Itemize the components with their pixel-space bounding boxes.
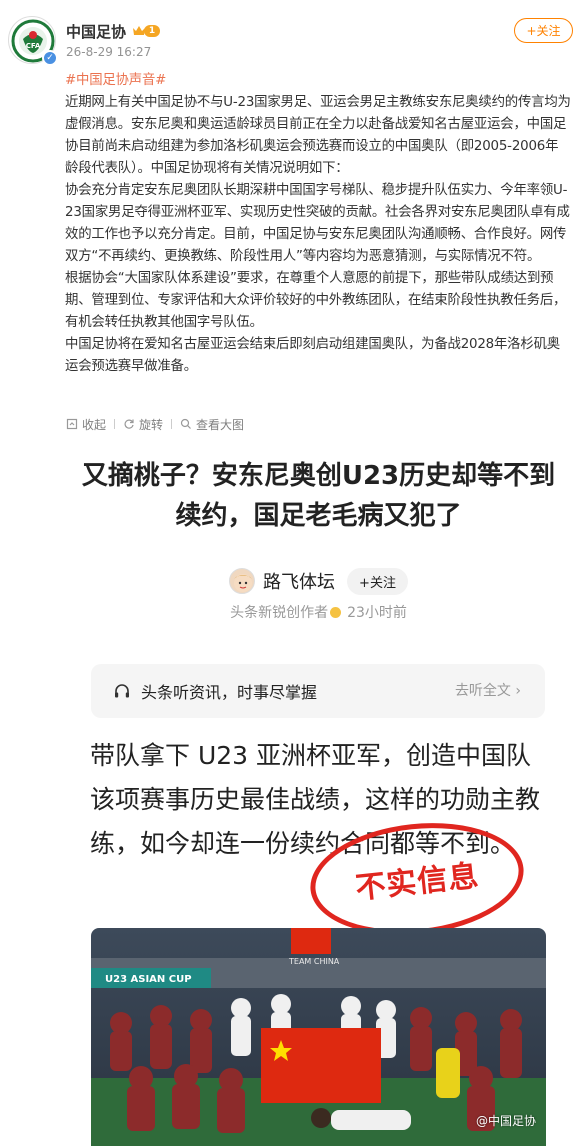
avatar[interactable]: CFA ✓	[8, 16, 58, 66]
author-row: 路飞体坛 +关注	[66, 566, 571, 596]
stamp-text: 不实信息	[353, 858, 481, 907]
listen-banner: 头条听资讯，时事尽掌握 去听全文 ›	[91, 664, 545, 718]
headphones-icon	[115, 684, 129, 698]
image-toolbar: 收起 旋转 查看大图	[66, 414, 252, 434]
listen-link: 去听全文 ›	[454, 683, 521, 699]
weibo-watermark: @中国足协	[476, 1112, 536, 1129]
post-paragraph: 近期网上有关中国足协不与U-23国家男足、亚运会男足主教练安东尼奥续约的传言均为…	[65, 95, 571, 176]
post-paragraph: 根据协会“大国家队体系建设”要求，在尊重个人意愿的前提下，那些带队成绩达到预期、…	[65, 271, 567, 330]
author-avatar	[229, 568, 256, 594]
view-large-button[interactable]: 查看大图	[180, 416, 244, 433]
banner-text: U23 ASIAN CUP	[105, 974, 192, 985]
post-time[interactable]: 26-8-29 16:27	[66, 45, 151, 59]
author-meta: 头条新锐创作者 23小时前	[66, 602, 571, 622]
post-text: #中国足协声音# 近期网上有关中国足协不与U-23国家男足、亚运会男足主教练安东…	[65, 70, 571, 378]
post-paragraph: 协会充分肯定安东尼奥团队长期深耕中国国字号梯队、稳步提升队伍实力、今年率领U-2…	[65, 183, 570, 264]
username-row: 中国足协 1	[66, 21, 161, 42]
collapse-icon	[66, 418, 78, 430]
watermark-text: @中国足协	[476, 1114, 537, 1128]
listen-text: 头条听资讯，时事尽掌握	[141, 683, 318, 702]
creator-badge-icon	[330, 607, 342, 618]
collapse-label: 收起	[82, 417, 107, 432]
author-desc: 头条新锐创作者	[230, 605, 329, 621]
hashtag-link[interactable]: #中国足协声音#	[65, 73, 166, 88]
post-header: CFA ✓ 中国足协 1 26-8-29 16:27 +关注	[0, 0, 579, 68]
username[interactable]: 中国足协	[66, 21, 126, 42]
cartoon-avatar-icon	[234, 574, 253, 592]
collapse-button[interactable]: 收起	[66, 416, 106, 433]
rotate-label: 旋转	[139, 417, 164, 432]
vip-badge[interactable]: 1	[132, 24, 161, 38]
divider	[114, 419, 116, 429]
author-follow-button: +关注	[347, 567, 408, 595]
vip-level: 1	[144, 25, 161, 37]
article-screenshot: 又摘桃子？安东尼奥创U23历史却等不到续约，国足老毛病又犯了 路飞体坛 +关注 …	[66, 440, 571, 1146]
follow-button[interactable]: +关注	[514, 18, 573, 43]
magnify-icon	[180, 418, 191, 429]
author-name: 路飞体坛	[263, 572, 336, 593]
team-tag-text: TEAM CHINA	[288, 957, 340, 966]
verified-icon: ✓	[42, 50, 58, 66]
rotate-button[interactable]: 旋转	[123, 416, 163, 433]
divider	[171, 419, 173, 429]
author-time: 23小时前	[347, 605, 407, 621]
rotate-icon	[124, 419, 134, 429]
post-image[interactable]: 又摘桃子？安东尼奥创U23历史却等不到续约，国足老毛病又犯了 路飞体坛 +关注 …	[66, 440, 571, 1146]
post-paragraph: 中国足协将在爱知名古屋亚运会结束后即刻启动组建国奥队，为备战2028年洛杉矶奥运…	[65, 337, 560, 374]
article-title: 又摘桃子？安东尼奥创U23历史却等不到续约，国足老毛病又犯了	[81, 461, 556, 531]
view-large-label: 查看大图	[196, 417, 245, 432]
svg-text:CFA: CFA	[26, 42, 41, 50]
